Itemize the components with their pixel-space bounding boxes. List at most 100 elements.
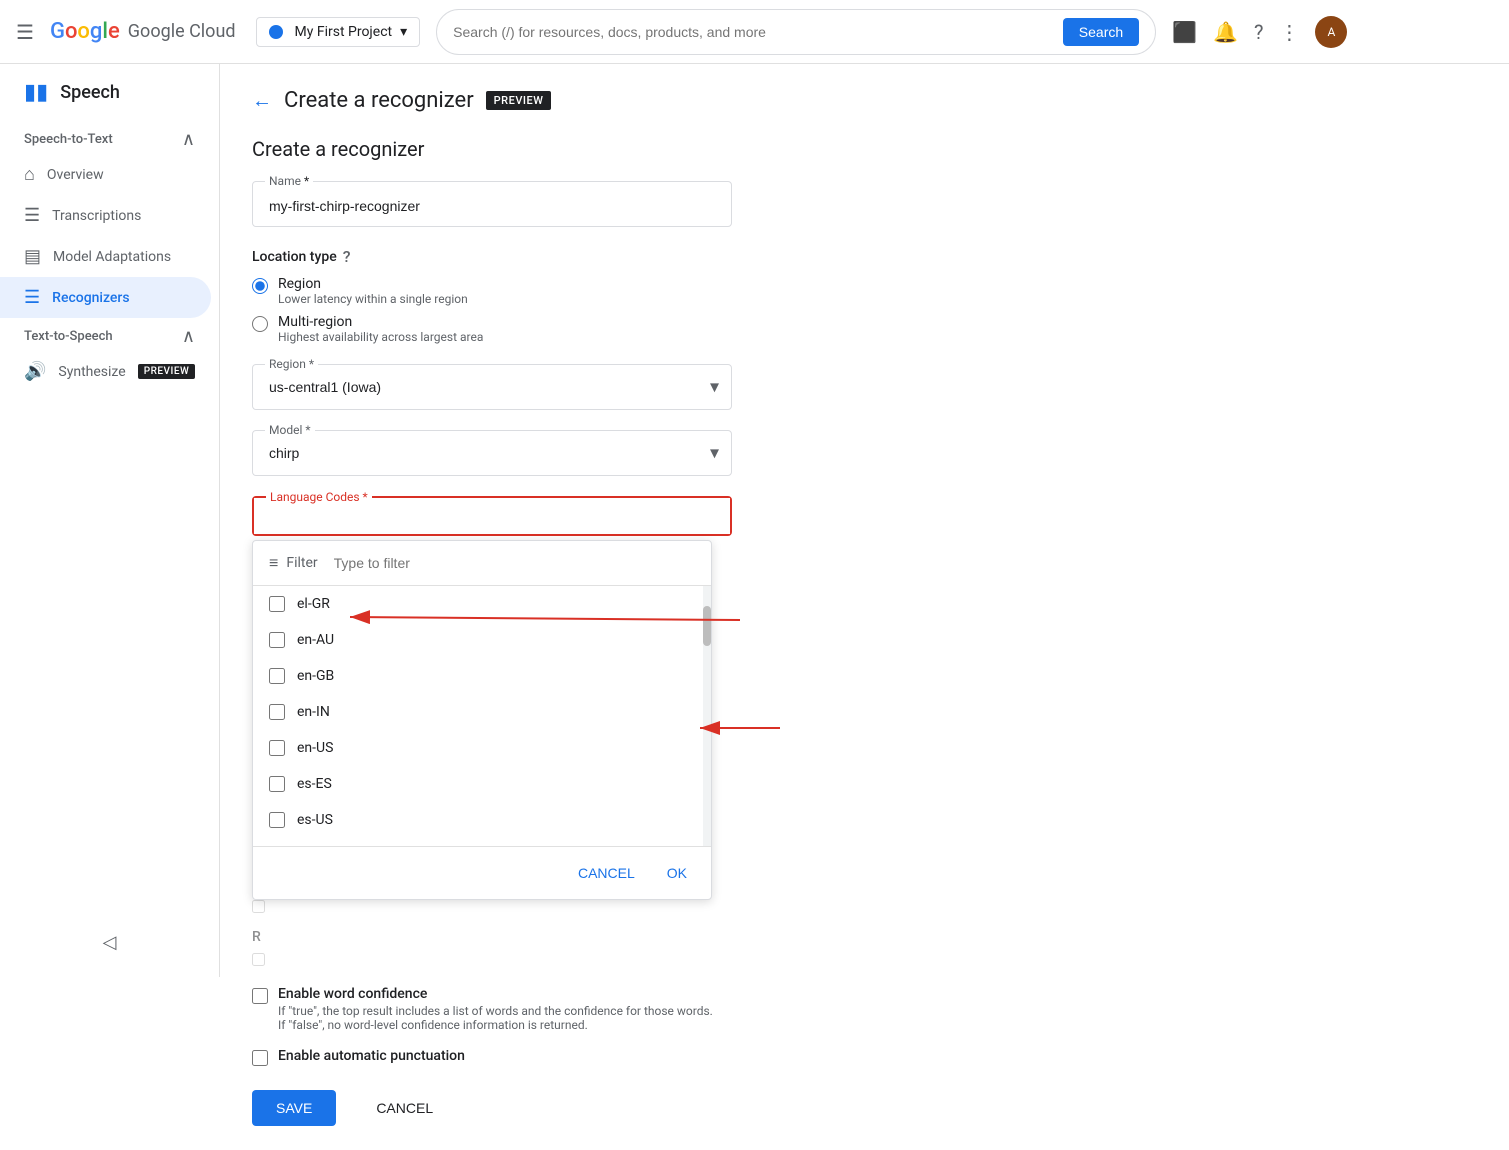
filter-input[interactable]	[334, 555, 695, 571]
partial-r2-label: R	[252, 929, 1477, 945]
sidebar-item-synthesize[interactable]: 🔊 Synthesize PREVIEW	[0, 351, 211, 392]
checkbox-es-US[interactable]	[269, 812, 285, 828]
radio-multi-region[interactable]	[252, 316, 268, 332]
enable-auto-punct-label: Enable automatic punctuation	[278, 1048, 465, 1064]
hamburger-icon[interactable]: ☰	[16, 20, 34, 44]
option-label-el-GR: el-GR	[297, 596, 330, 612]
partial-checkbox-1[interactable]	[252, 900, 265, 913]
cloud-text: Google Cloud	[128, 21, 236, 42]
name-input-wrapper: Name *	[252, 181, 732, 227]
location-type-help-icon[interactable]: ?	[343, 247, 351, 266]
option-en-IN[interactable]: en-IN	[253, 694, 711, 730]
project-dot	[269, 25, 283, 39]
section-tts-label: Text-to-Speech	[24, 329, 113, 344]
back-button[interactable]: ←	[252, 88, 272, 113]
checkbox-el-GR[interactable]	[269, 596, 285, 612]
location-type-radio-group: Region Lower latency within a single reg…	[252, 276, 1477, 344]
radio-multi-region-desc: Highest availability across largest area	[278, 330, 483, 344]
radio-region-desc: Lower latency within a single region	[278, 292, 468, 306]
sidebar-item-overview-label: Overview	[47, 167, 104, 183]
partial-r1-checkbox-row	[252, 900, 1477, 913]
option-en-AU[interactable]: en-AU	[253, 622, 711, 658]
name-field-group: Name *	[252, 181, 1477, 227]
enable-word-confidence-checkbox[interactable]	[252, 988, 268, 1004]
recognizers-icon: ☰	[24, 287, 40, 308]
name-field-label: Name *	[265, 174, 313, 188]
search-button[interactable]: Search	[1063, 18, 1139, 46]
spacer-after-popup: R R Enable word confidence If "true", th…	[252, 876, 1477, 1126]
search-input[interactable]	[453, 24, 1047, 40]
sidebar-item-recognizers[interactable]: ☰ Recognizers	[0, 277, 211, 318]
sidebar-app-name: Speech	[60, 82, 120, 103]
radio-option-region[interactable]: Region Lower latency within a single reg…	[252, 276, 1477, 306]
layout: ▮▮ Speech Speech-to-Text ∧ ⌂ Overview ☰ …	[0, 64, 1509, 1150]
synthesize-icon: 🔊	[24, 361, 46, 382]
sidebar-item-model-adaptations[interactable]: ▤ Model Adaptations	[0, 236, 211, 277]
sidebar-item-transcriptions-label: Transcriptions	[52, 208, 141, 224]
enable-word-confidence-section: Enable word confidence If "true", the to…	[252, 986, 1477, 1066]
sidebar-app-title: ▮▮ Speech	[0, 64, 219, 121]
main-content: ← Create a recognizer PREVIEW Create a r…	[220, 64, 1509, 1150]
language-ok-button[interactable]: OK	[659, 859, 695, 887]
chevron-down-icon: ▾	[400, 24, 407, 40]
chevron-up-icon: ∧	[182, 129, 195, 150]
radio-region[interactable]	[252, 278, 268, 294]
checkbox-en-GB[interactable]	[269, 668, 285, 684]
collapse-icon[interactable]: ◁	[103, 932, 117, 953]
checkbox-es-ES[interactable]	[269, 776, 285, 792]
terminal-icon[interactable]: ⬛	[1172, 20, 1197, 44]
page-preview-badge: PREVIEW	[486, 91, 552, 110]
language-cancel-button[interactable]: CANCEL	[570, 859, 643, 887]
checkbox-en-AU[interactable]	[269, 632, 285, 648]
location-type-group: Location type ? Region Lower latency wit…	[252, 247, 1477, 344]
option-es-US[interactable]: es-US	[253, 802, 711, 838]
language-codes-dropdown-popup: ≡ Filter el-GR en-AU en-GB	[252, 540, 712, 900]
enable-word-confidence-desc: If "true", the top result includes a lis…	[278, 1004, 718, 1032]
project-selector[interactable]: My First Project ▾	[256, 17, 421, 47]
transcriptions-icon: ☰	[24, 205, 40, 226]
language-codes-wrapper: Language Codes *	[252, 496, 732, 536]
collapse-sidebar[interactable]: ◁	[0, 932, 219, 953]
name-input[interactable]	[269, 190, 715, 218]
model-select[interactable]: chirp	[253, 431, 731, 475]
option-es-ES[interactable]: es-ES	[253, 766, 711, 802]
option-en-GB[interactable]: en-GB	[253, 658, 711, 694]
radio-option-multi-region[interactable]: Multi-region Highest availability across…	[252, 314, 1477, 344]
cancel-button[interactable]: CANCEL	[352, 1090, 457, 1126]
popup-footer: CANCEL OK	[253, 846, 711, 899]
more-icon[interactable]: ⋮	[1279, 20, 1299, 44]
option-el-GR[interactable]: el-GR	[253, 586, 711, 622]
google-g-icon: Google	[50, 19, 120, 44]
page-header: ← Create a recognizer PREVIEW	[252, 88, 1477, 113]
sidebar-item-transcriptions[interactable]: ☰ Transcriptions	[0, 195, 211, 236]
option-label-es-ES: es-ES	[297, 776, 332, 792]
scrollbar-thumb	[703, 606, 711, 646]
options-list: el-GR en-AU en-GB en-IN	[253, 586, 711, 846]
region-field-group: Region * us-central1 (Iowa) ▾	[252, 364, 1477, 410]
language-codes-group: Language Codes * ≡ Filter el-GR	[252, 496, 1477, 536]
save-button[interactable]: SAVE	[252, 1090, 336, 1126]
radio-multi-region-label: Multi-region	[278, 314, 483, 330]
home-icon: ⌂	[24, 164, 35, 185]
partial-checkbox-2[interactable]	[252, 953, 265, 966]
checkbox-en-US[interactable]	[269, 740, 285, 756]
option-et-EE[interactable]: et-EE	[253, 838, 711, 846]
avatar[interactable]: A	[1315, 16, 1347, 48]
enable-word-confidence-label: Enable word confidence	[278, 986, 718, 1002]
google-cloud-logo: Google Google Cloud	[50, 19, 236, 44]
top-nav: ☰ Google Google Cloud My First Project ▾…	[0, 0, 1509, 64]
sidebar: ▮▮ Speech Speech-to-Text ∧ ⌂ Overview ☰ …	[0, 64, 220, 977]
region-select[interactable]: us-central1 (Iowa)	[253, 365, 731, 409]
option-label-en-IN: en-IN	[297, 704, 330, 720]
option-label-en-GB: en-GB	[297, 668, 334, 684]
filter-icon: ≡	[269, 553, 278, 573]
model-field-label: Model *	[265, 423, 315, 437]
option-en-US[interactable]: en-US	[253, 730, 711, 766]
help-icon[interactable]: ?	[1254, 20, 1263, 44]
sidebar-item-overview[interactable]: ⌂ Overview	[0, 154, 211, 195]
section-stt-label: Speech-to-Text	[24, 132, 113, 147]
enable-auto-punct-checkbox[interactable]	[252, 1050, 268, 1066]
notifications-icon[interactable]: 🔔	[1213, 20, 1238, 44]
chevron-up-icon-tts: ∧	[182, 326, 195, 347]
checkbox-en-IN[interactable]	[269, 704, 285, 720]
